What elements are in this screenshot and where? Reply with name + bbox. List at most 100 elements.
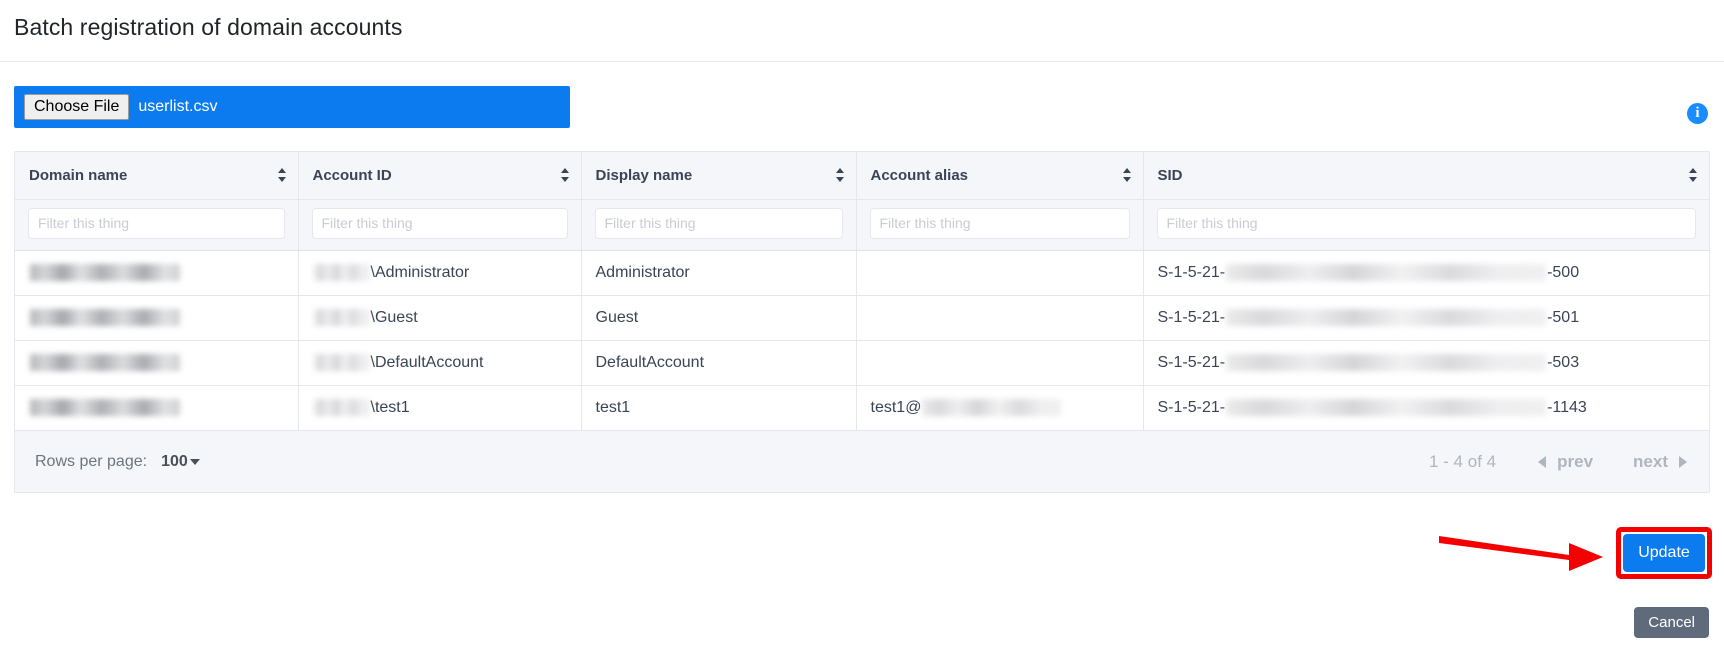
rows-per-page-select[interactable]: 100	[161, 453, 200, 471]
redacted-value	[30, 308, 180, 326]
sort-toggle-icon[interactable]	[1689, 167, 1698, 183]
annotation-arrow-icon	[1439, 536, 1603, 571]
pagination-controls: 1 - 4 of 4 prev next	[1429, 431, 1687, 492]
page-root: Batch registration of domain accounts Ch…	[0, 0, 1724, 652]
account-id-text: \test1	[370, 398, 410, 416]
redacted-value	[30, 263, 180, 281]
redacted-value	[922, 399, 1062, 417]
sid-prefix: S-1-5-21-	[1157, 308, 1226, 326]
column-header-label: Account ID	[312, 166, 392, 184]
sid-suffix: -503	[1547, 353, 1580, 371]
cell-display-name: test1	[581, 385, 857, 430]
cell-account-alias	[856, 340, 1144, 386]
table-row[interactable]: \DefaultAccount DefaultAccount S-1-5-21- -5…	[15, 340, 1709, 386]
filter-cell-account-alias	[856, 199, 1144, 251]
filter-cell-account-id	[298, 199, 582, 251]
redacted-value	[30, 353, 180, 371]
column-header-label: Display name	[595, 166, 693, 184]
filter-input-sid[interactable]	[1156, 207, 1696, 239]
table-body: \Administrator Administrator S-1-5-21- -500…	[15, 250, 1709, 430]
page-title: Batch registration of domain accounts	[14, 14, 403, 40]
rows-per-page-label: Rows per page:	[35, 452, 148, 470]
cell-account-alias	[856, 250, 1144, 296]
cell-sid: S-1-5-21- -1143	[1143, 385, 1709, 430]
title-bar: Batch registration of domain accounts	[0, 0, 1724, 62]
filter-cell-domain-name	[15, 199, 299, 251]
redacted-value	[313, 264, 370, 281]
filter-cell-display-name	[581, 199, 857, 251]
update-button[interactable]: Update	[1623, 534, 1705, 572]
sid-prefix: S-1-5-21-	[1157, 353, 1226, 371]
column-header-display-name[interactable]: Display name	[581, 152, 857, 200]
cell-sid: S-1-5-21- -501	[1143, 295, 1709, 341]
next-page-label: next	[1633, 451, 1668, 471]
account-alias-text: test1@	[870, 398, 922, 416]
column-header-label: SID	[1157, 166, 1183, 184]
sid-prefix: S-1-5-21-	[1157, 263, 1226, 281]
column-header-sid[interactable]: SID	[1143, 152, 1709, 200]
cell-domain-name	[15, 250, 299, 296]
cell-display-name: DefaultAccount	[581, 340, 857, 386]
cell-account-alias	[856, 295, 1144, 341]
redacted-value	[313, 399, 370, 417]
redacted-value	[1226, 399, 1547, 417]
file-upload-control[interactable]: Choose File userlist.csv	[14, 86, 570, 128]
column-header-label: Account alias	[870, 166, 969, 184]
filter-row	[15, 199, 1709, 251]
filter-cell-sid	[1143, 199, 1709, 251]
sort-toggle-icon[interactable]	[1122, 167, 1132, 183]
cell-account-id: \Guest	[298, 295, 582, 341]
redacted-value	[1226, 309, 1547, 326]
pagination-bar: Rows per page: 100 1 - 4 of 4 prev next	[15, 430, 1709, 492]
chevron-left-icon	[1538, 455, 1547, 468]
cell-account-alias: test1@	[856, 385, 1144, 430]
redacted-value	[30, 399, 180, 417]
info-icon[interactable]: i	[1687, 103, 1708, 124]
column-header-label: Domain name	[29, 166, 128, 184]
redacted-value	[1226, 354, 1547, 371]
cell-domain-name	[15, 295, 299, 341]
cell-account-id: \DefaultAccount	[298, 340, 582, 386]
table-row[interactable]: \test1 test1 test1@ S-1-5-21- -1143	[15, 385, 1709, 430]
selected-file-name: userlist.csv	[138, 98, 218, 115]
cell-sid: S-1-5-21- -503	[1143, 340, 1709, 386]
table-row[interactable]: \Administrator Administrator S-1-5-21- -500	[15, 250, 1709, 296]
filter-input-account-id[interactable]	[311, 207, 568, 239]
column-header-account-alias[interactable]: Account alias	[856, 152, 1144, 200]
sid-suffix: -501	[1547, 308, 1580, 326]
filter-input-display-name[interactable]	[594, 207, 843, 239]
sid-suffix: -500	[1547, 263, 1580, 281]
account-id-text: \Guest	[370, 308, 418, 326]
column-header-domain-name[interactable]: Domain name	[15, 152, 299, 200]
filter-input-domain-name[interactable]	[28, 207, 285, 239]
column-header-account-id[interactable]: Account ID	[298, 152, 582, 200]
cell-account-id: \Administrator	[298, 250, 582, 296]
chevron-right-icon	[1679, 455, 1687, 468]
cell-display-name: Administrator	[581, 250, 857, 296]
sort-toggle-icon[interactable]	[560, 167, 570, 183]
cell-domain-name	[15, 340, 299, 386]
pagination-range: 1 - 4 of 4	[1429, 451, 1497, 471]
sort-toggle-icon[interactable]	[835, 167, 845, 183]
sid-suffix: -1143	[1547, 398, 1587, 416]
sid-prefix: S-1-5-21-	[1157, 398, 1226, 416]
prev-page-label: prev	[1557, 451, 1594, 471]
redacted-value	[1226, 264, 1547, 281]
cell-display-name: Guest	[581, 295, 857, 341]
redacted-value	[313, 309, 370, 326]
accounts-table: Domain name Account ID Display name Acco…	[14, 151, 1710, 493]
table-head: Domain name Account ID Display name Acco…	[15, 152, 1709, 251]
filter-input-account-alias[interactable]	[869, 207, 1130, 239]
prev-page-button[interactable]: prev	[1538, 452, 1593, 472]
sort-toggle-icon[interactable]	[277, 167, 287, 183]
cell-sid: S-1-5-21- -500	[1143, 250, 1709, 296]
accounts-grid: Domain name Account ID Display name Acco…	[15, 152, 1709, 430]
choose-file-button[interactable]: Choose File	[24, 93, 130, 121]
rows-per-page-value: 100	[161, 452, 188, 470]
account-id-text: \DefaultAccount	[370, 353, 484, 371]
next-page-button[interactable]: next	[1633, 452, 1687, 472]
chevron-down-icon	[189, 458, 200, 465]
table-row[interactable]: \Guest Guest S-1-5-21- -501	[15, 295, 1709, 341]
header-row: Domain name Account ID Display name Acco…	[15, 152, 1709, 200]
cancel-button[interactable]: Cancel	[1634, 607, 1709, 638]
